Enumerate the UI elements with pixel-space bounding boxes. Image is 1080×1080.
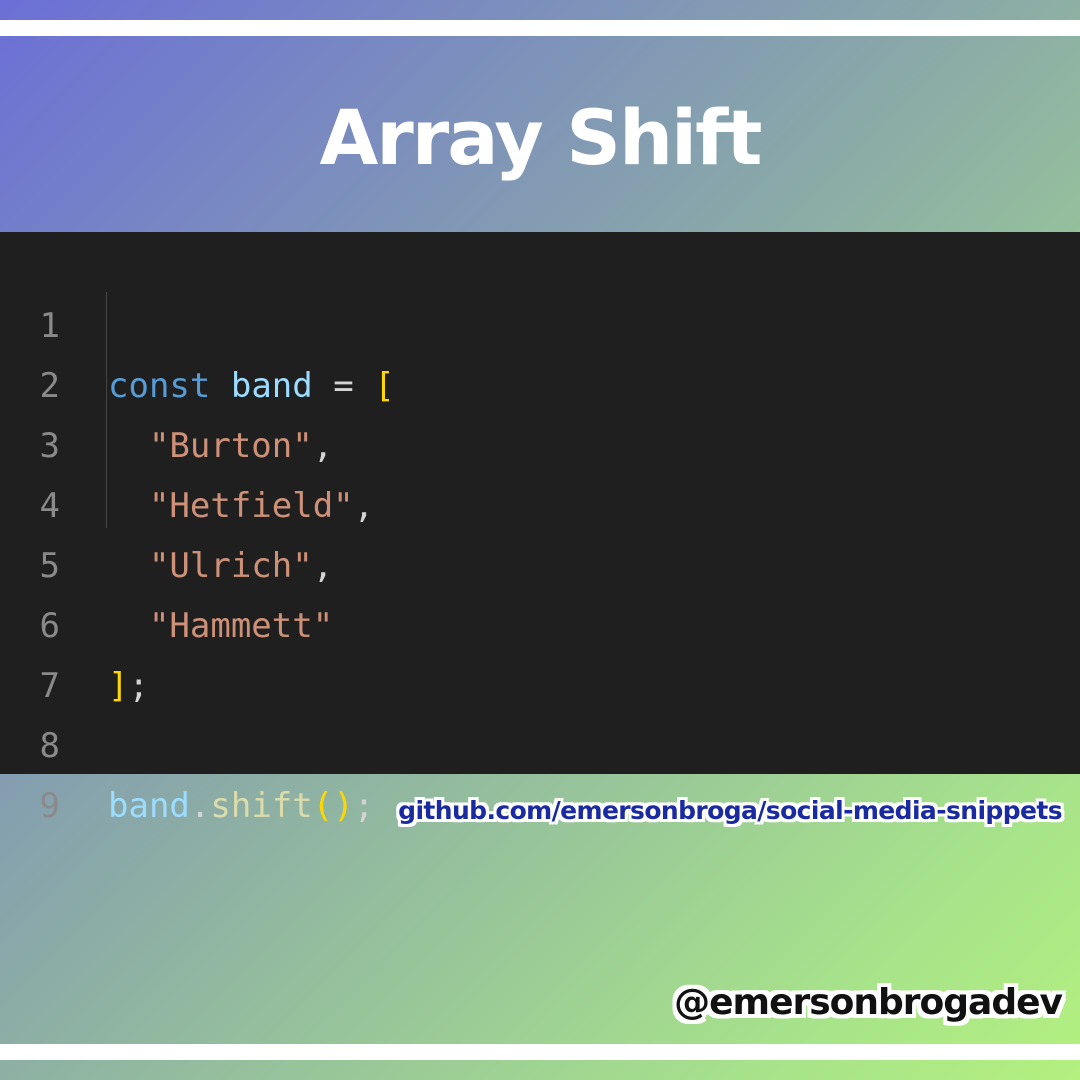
parentheses: () bbox=[312, 786, 354, 826]
code-line-2: 2 "Burton", bbox=[0, 296, 1080, 466]
github-link[interactable]: github.com/emersonbroga/social-media-sni… bbox=[398, 796, 1062, 825]
page-title: Array Shift bbox=[319, 93, 762, 182]
code-line-6: 6 ]; bbox=[0, 536, 1080, 706]
code-line-7: 7 bbox=[0, 596, 1080, 706]
code-line-3: 3 "Hetfield", bbox=[0, 356, 1080, 526]
code-line-1: 1 const band = [ bbox=[0, 236, 1080, 406]
author-handle: @emersonbrogadev bbox=[674, 982, 1063, 1023]
code-text: band.shift(); bbox=[108, 776, 374, 836]
code-line-8: 8 band.shift(); bbox=[0, 656, 1080, 826]
function-shift: shift bbox=[210, 786, 313, 826]
top-white-bar bbox=[0, 20, 1080, 36]
code-editor: 1 const band = [ 2 "Burton", 3 "Hetfield… bbox=[0, 232, 1080, 826]
dot-operator: . bbox=[189, 786, 211, 826]
code-line-4: 4 "Ulrich", bbox=[0, 416, 1080, 586]
code-line-5: 5 "Hammett" bbox=[0, 476, 1080, 646]
semicolon: ; bbox=[353, 786, 375, 826]
line-number: 9 bbox=[39, 786, 60, 826]
identifier-band: band bbox=[108, 786, 190, 826]
code-line-9: 9 bbox=[0, 716, 1080, 826]
bottom-white-bar bbox=[0, 1044, 1080, 1060]
